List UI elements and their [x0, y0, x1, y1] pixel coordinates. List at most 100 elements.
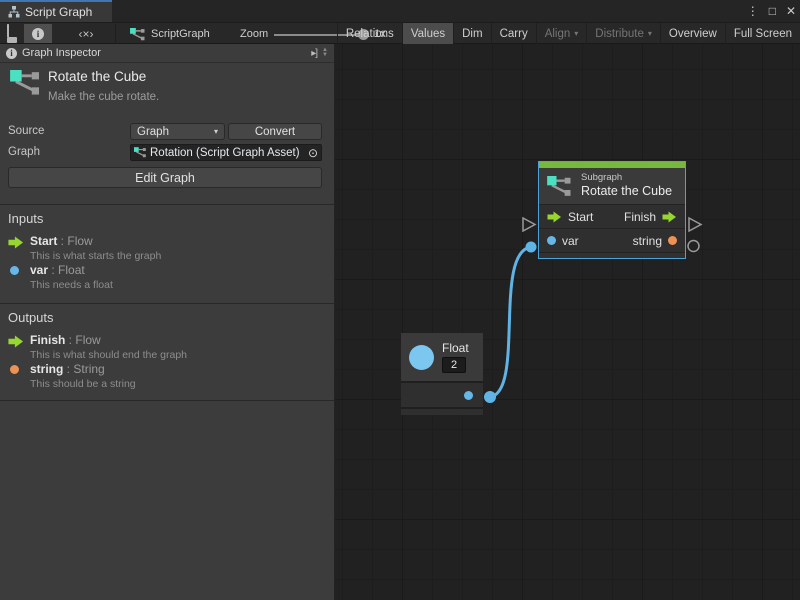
- tab-script-graph[interactable]: Script Graph: [0, 0, 112, 22]
- flow-port-icon: [8, 335, 24, 348]
- float-type-icon: [409, 345, 434, 370]
- output-finish-row: Finish : Flow This is what should end th…: [30, 333, 187, 361]
- code-view-button[interactable]: ‹×›: [66, 24, 106, 43]
- relations-label: Relations: [346, 28, 394, 40]
- port-type: Flow: [67, 234, 92, 248]
- node-footer: [539, 252, 685, 258]
- align-dropdown[interactable]: Align ▾: [536, 23, 587, 44]
- values-button[interactable]: Values: [402, 23, 453, 44]
- flow-output-port[interactable]: [662, 211, 677, 223]
- dim-button[interactable]: Dim: [453, 23, 490, 44]
- float-node-header[interactable]: Float 2: [401, 333, 483, 381]
- wire-target-dot[interactable]: [526, 242, 537, 253]
- float-output-port[interactable]: [464, 391, 473, 400]
- graph-toolbar: i ‹×› ScriptGraph Zoom 1x Relation: [0, 22, 800, 44]
- breadcrumb[interactable]: ScriptGraph: [130, 24, 210, 44]
- view-options-group: Relations Values Dim Carry Align ▾ Distr…: [337, 23, 800, 44]
- node-port-row: var string: [539, 228, 685, 252]
- port-description: This should be a string: [30, 378, 136, 390]
- graph-inspector-panel: i Graph Inspector ▸] ▲ ▼ Rotate the Cube…: [0, 44, 335, 600]
- subgraph-node[interactable]: Subgraph Rotate the Cube Start Finish: [538, 161, 686, 259]
- section-divider: [0, 204, 335, 205]
- flow-continuation-right-icon[interactable]: [689, 218, 701, 231]
- output-string-row: string : String This should be a string: [30, 362, 136, 390]
- port-label: Start: [568, 210, 593, 224]
- align-label: Align: [545, 28, 571, 40]
- object-picker-icon[interactable]: ⊙: [308, 146, 318, 160]
- graph-object-field[interactable]: Rotation (Script Graph Asset) ⊙: [130, 144, 322, 161]
- graph-field-label: Graph: [8, 146, 40, 158]
- node-port-row: [401, 381, 483, 407]
- scroll-spinner[interactable]: ▲ ▼: [322, 48, 328, 58]
- convert-label: Convert: [255, 126, 295, 138]
- close-icon[interactable]: ✕: [786, 0, 796, 22]
- overview-button[interactable]: Overview: [660, 23, 725, 44]
- full-screen-label: Full Screen: [734, 28, 792, 40]
- input-start-row: Start : Flow This is what starts the gra…: [30, 234, 161, 262]
- wire-source-dot[interactable]: [484, 391, 496, 403]
- string-output-port[interactable]: [668, 236, 677, 245]
- inspector-header: i Graph Inspector ▸] ▲ ▼: [0, 44, 334, 63]
- flow-continuation-left-icon[interactable]: [523, 218, 535, 231]
- convert-button[interactable]: Convert: [228, 123, 322, 140]
- inspector-toggle-button[interactable]: i: [24, 24, 52, 43]
- script-graph-icon: [130, 28, 146, 41]
- port-name: var: [30, 263, 48, 277]
- string-output-socket-icon[interactable]: [688, 241, 699, 252]
- info-icon: i: [32, 28, 44, 40]
- script-graph-window: Script Graph ⋮ □ ✕ i ‹×› S: [0, 0, 800, 600]
- graph-window-icon: [8, 6, 20, 18]
- string-port-icon: [10, 365, 19, 374]
- edit-graph-label: Edit Graph: [135, 171, 195, 185]
- float-literal-node[interactable]: Float 2: [401, 333, 483, 415]
- window-menu-icon[interactable]: ⋮: [747, 0, 759, 22]
- port-name: Start: [30, 234, 57, 248]
- port-label: string: [633, 234, 662, 248]
- full-screen-button[interactable]: Full Screen: [725, 23, 800, 44]
- toolbar-separator: [115, 24, 116, 44]
- source-dropdown[interactable]: Graph ▾: [130, 123, 225, 140]
- dock-icon[interactable]: ▸]: [311, 48, 317, 59]
- script-graph-icon: [134, 147, 147, 158]
- subgraph-node-header[interactable]: Subgraph Rotate the Cube: [539, 168, 685, 204]
- window-controls: ⋮ □ ✕: [747, 0, 796, 22]
- spin-down-icon: ▼: [322, 53, 328, 58]
- port-name: Finish: [30, 333, 65, 347]
- subgraph-icon: [10, 70, 42, 96]
- carry-button[interactable]: Carry: [491, 23, 536, 44]
- node-title: Float: [442, 341, 469, 355]
- maximize-icon[interactable]: □: [769, 0, 776, 22]
- graph-field-value: Rotation (Script Graph Asset): [150, 147, 300, 159]
- node-badge: Subgraph: [581, 172, 672, 184]
- node-subtitle: Make the cube rotate.: [48, 91, 159, 103]
- connection-wire[interactable]: [490, 247, 531, 397]
- input-var-row: var : Float This needs a float: [30, 263, 113, 291]
- values-label: Values: [411, 28, 445, 40]
- carry-label: Carry: [500, 28, 528, 40]
- source-value: Graph: [137, 126, 169, 138]
- tab-bar: Script Graph ⋮ □ ✕: [0, 0, 800, 22]
- chevron-down-icon: ▾: [214, 128, 218, 136]
- float-input-port[interactable]: [547, 236, 556, 245]
- port-name: string: [30, 362, 63, 376]
- distribute-label: Distribute: [595, 28, 644, 40]
- flow-input-port[interactable]: [547, 211, 562, 223]
- chevron-down-icon: ▾: [648, 30, 652, 38]
- inspector-title: Graph Inspector: [22, 47, 101, 59]
- breadcrumb-label: ScriptGraph: [151, 28, 210, 40]
- lock-icon: [7, 25, 17, 43]
- edit-graph-button[interactable]: Edit Graph: [8, 167, 322, 188]
- graph-canvas[interactable]: Subgraph Rotate the Cube Start Finish: [335, 44, 800, 600]
- port-type: Flow: [75, 333, 100, 347]
- port-label: Finish: [624, 210, 656, 224]
- subgraph-icon: [547, 176, 573, 197]
- float-value-field[interactable]: 2: [442, 357, 466, 373]
- distribute-dropdown[interactable]: Distribute ▾: [586, 23, 660, 44]
- zoom-label: Zoom: [240, 28, 268, 40]
- port-type: String: [73, 362, 104, 376]
- node-footer: [401, 407, 483, 415]
- relations-button[interactable]: Relations: [337, 23, 402, 44]
- float-port-icon: [10, 266, 19, 275]
- overview-label: Overview: [669, 28, 717, 40]
- lock-button[interactable]: [2, 24, 22, 43]
